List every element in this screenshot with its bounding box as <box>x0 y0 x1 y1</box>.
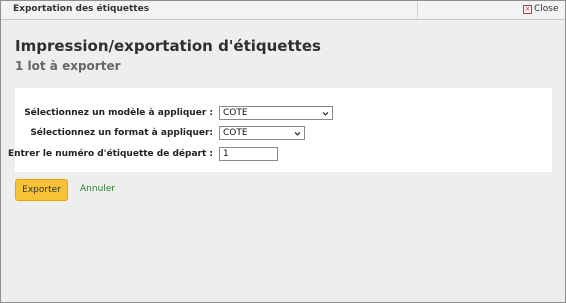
cancel-link[interactable]: Annuler <box>80 184 115 194</box>
start-number-value: 1 <box>223 149 229 159</box>
template-label: Sélectionnez un modèle à appliquer : <box>24 108 213 118</box>
export-button[interactable]: Exporter <box>15 179 68 201</box>
close-button[interactable]: × Close <box>523 4 559 14</box>
titlebar-divider <box>417 1 418 19</box>
page-title: Impression/exportation d'étiquettes <box>15 37 321 55</box>
close-icon: × <box>523 4 532 14</box>
template-row: Sélectionnez un modèle à appliquer : COT… <box>15 106 552 124</box>
template-select[interactable]: COTE <box>219 106 333 120</box>
format-row: Sélectionnez un format à appliquer: COTE <box>15 126 552 144</box>
start-number-input[interactable]: 1 <box>219 147 278 161</box>
format-select[interactable]: COTE <box>219 126 305 140</box>
start-number-label: Entrer le numéro d'étiquette de départ : <box>7 149 213 159</box>
chevron-down-icon <box>322 112 329 116</box>
format-label: Sélectionnez un format à appliquer: <box>30 128 213 138</box>
chevron-down-icon <box>294 132 301 136</box>
start-number-row: Entrer le numéro d'étiquette de départ :… <box>8 147 552 165</box>
export-labels-dialog: Exportation des étiquettes × Close Impre… <box>0 0 566 303</box>
export-form: Sélectionnez un modèle à appliquer : COT… <box>8 88 552 172</box>
batch-count: 1 lot à exporter <box>15 59 121 73</box>
template-select-value: COTE <box>223 108 248 118</box>
dialog-title: Exportation des étiquettes <box>13 4 150 14</box>
format-select-value: COTE <box>223 128 248 138</box>
close-label: Close <box>534 4 559 14</box>
dialog-titlebar: Exportation des étiquettes × Close <box>1 1 565 20</box>
